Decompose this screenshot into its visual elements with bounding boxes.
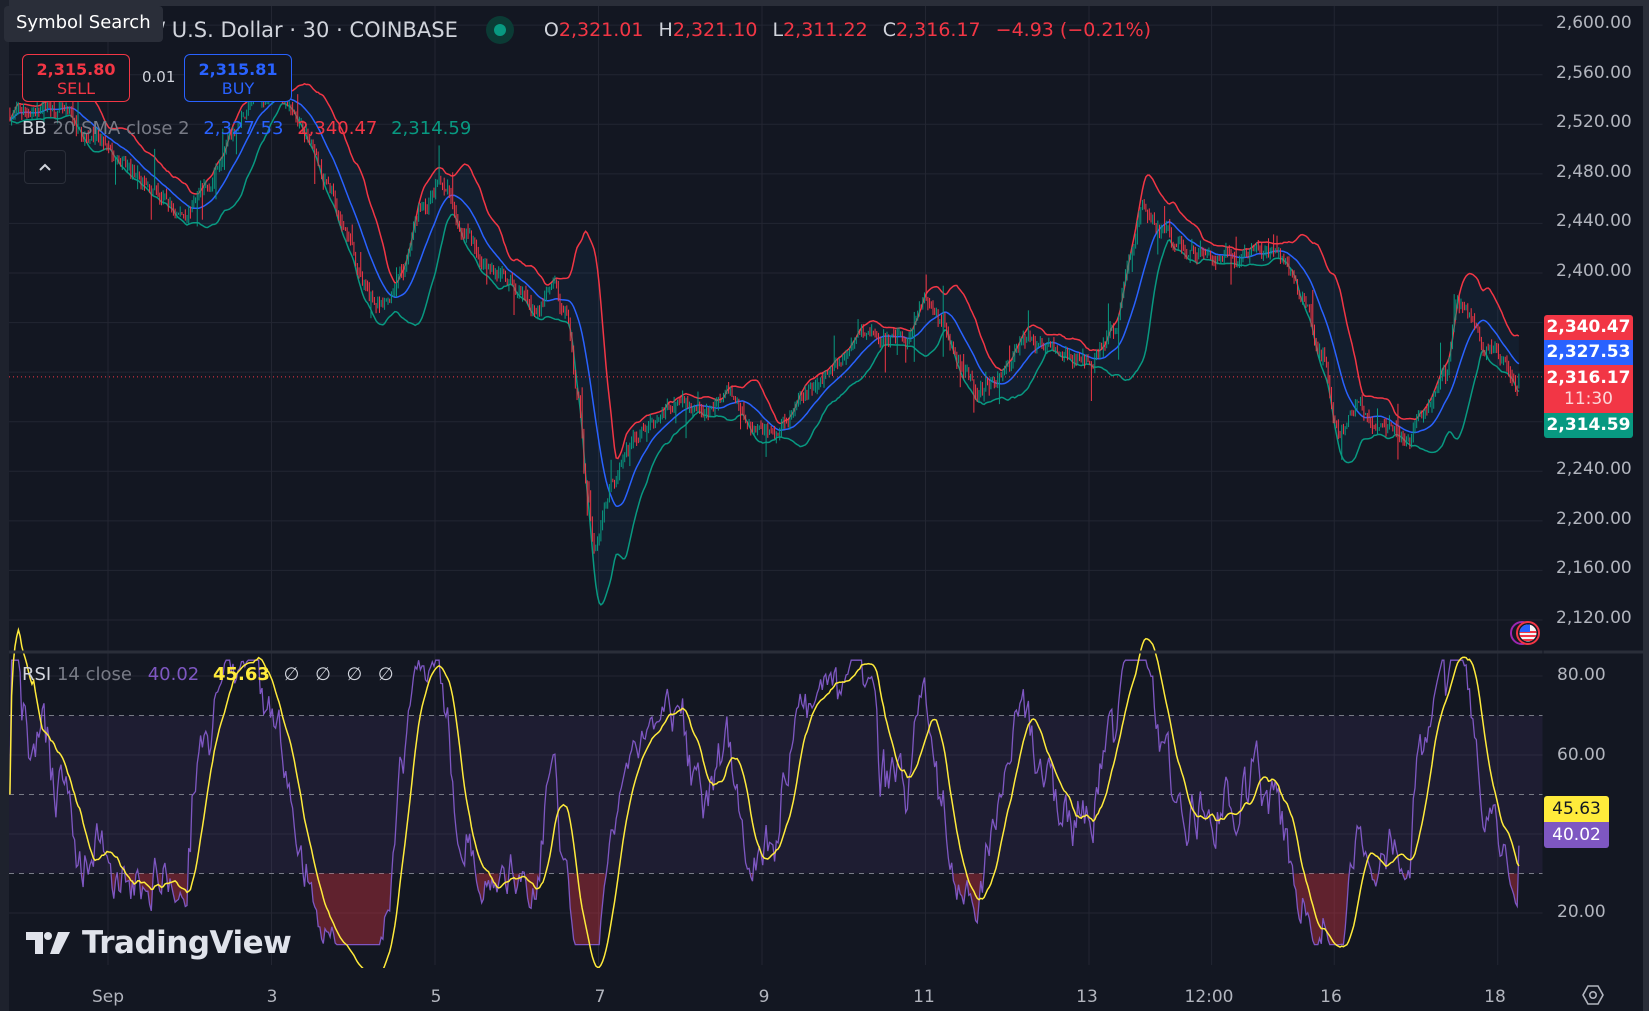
price-axis-tick: 2,160.00	[1556, 558, 1632, 578]
time-axis-tick: 11	[913, 987, 935, 1007]
bb-upper-value: 2,340.47	[297, 118, 378, 139]
bb-upper-tag: 2,340.47	[1544, 315, 1633, 340]
time-axis-tick: 9	[758, 987, 770, 1007]
bb-lower-value: 2,314.59	[391, 118, 472, 139]
close-label: C	[882, 19, 897, 41]
change-value: −4.93 (−0.21%)	[995, 19, 1152, 41]
time-axis-tick: 3	[266, 987, 278, 1007]
price-axis-tick: 2,120.00	[1556, 608, 1632, 628]
rsi-legend[interactable]: RSI 14 close 40.02 45.63 ∅ ∅ ∅ ∅	[22, 664, 394, 685]
time-axis-tick: 16	[1320, 987, 1342, 1007]
spread-value: 0.01	[142, 68, 176, 86]
price-axis-tick: 2,200.00	[1556, 509, 1632, 529]
right-border	[1643, 0, 1649, 1011]
price-axis-tick: 2,560.00	[1556, 63, 1632, 83]
chart-window: Symbol Search n / U.S. Dollar · 30 · COI…	[0, 0, 1649, 1011]
bollinger-bands	[9, 82, 1520, 606]
time-axis-tick: Sep	[91, 987, 125, 1007]
price-axis-tick: 2,520.00	[1556, 112, 1632, 132]
rsi-name: RSI	[22, 664, 52, 685]
open-label: O	[543, 19, 559, 41]
chevron-up-icon	[39, 163, 51, 171]
top-border	[0, 0, 1649, 6]
low-value: 2,311.22	[783, 19, 868, 41]
rsi-value: 40.02	[147, 664, 200, 685]
time-axis-tick: 5	[430, 987, 442, 1007]
sell-button[interactable]: 2,315.80 SELL	[22, 54, 130, 102]
symbol-title[interactable]: n / U.S. Dollar · 30 · COINBASE	[138, 18, 458, 42]
time-axis-tick: 7	[594, 987, 606, 1007]
rsi-empty-value: ∅	[346, 664, 363, 685]
bb-name: BB	[22, 118, 47, 139]
last-price: 2,316.17	[1546, 368, 1631, 388]
price-axis-pane[interactable]	[1543, 0, 1649, 1011]
open-value: 2,321.01	[558, 19, 644, 41]
tradingview-wordmark: TradingView	[82, 925, 292, 961]
rsi-ma-value: 45.63	[212, 664, 270, 685]
buy-button[interactable]: 2,315.81 BUY	[184, 54, 292, 102]
close-value: 2,316.17	[896, 19, 981, 41]
rsi-empty-value: ∅	[283, 664, 300, 685]
rsi-oversold-fill	[476, 873, 499, 903]
time-axis-tick: 13	[1076, 987, 1098, 1007]
price-axis-tick: 2,600.00	[1556, 13, 1632, 33]
bollinger-legend[interactable]: BB 20 SMA close 2 2,327.53 2,340.47 2,31…	[22, 118, 471, 139]
bb-lower-tag: 2,314.59	[1544, 413, 1633, 438]
bar-countdown: 11:30	[1564, 389, 1613, 409]
high-value: 2,321.10	[672, 19, 758, 41]
buy-label: BUY	[221, 79, 255, 98]
left-toolbar-edge	[0, 0, 9, 1011]
symbol-legend[interactable]: n / U.S. Dollar · 30 · COINBASE O2,321.0…	[20, 16, 1160, 44]
sell-price: 2,315.80	[36, 60, 116, 79]
bb-params: 20 SMA close 2	[52, 118, 190, 139]
price-axis-tick: 2,480.00	[1556, 162, 1632, 182]
collapse-legend-button[interactable]	[24, 150, 66, 184]
rsi-ma-tag: 45.63	[1544, 796, 1609, 822]
price-axis-tick: 2,440.00	[1556, 211, 1632, 231]
bb-basis-value: 2,327.53	[203, 118, 284, 139]
time-axis-tick: 12:00	[1184, 987, 1234, 1007]
time-axis-tick: 18	[1484, 987, 1506, 1007]
rsi-oversold-fill	[1508, 873, 1518, 907]
high-label: H	[658, 19, 673, 41]
tradingview-logo[interactable]: TradingView	[26, 925, 292, 961]
chart-settings-icon[interactable]	[1582, 984, 1604, 1006]
rsi-tag: 40.02	[1544, 822, 1609, 848]
price-axis-tick: 2,240.00	[1556, 459, 1632, 479]
last-price-tag: 2,316.17 11:30	[1544, 365, 1633, 413]
tradingview-logo-icon	[26, 932, 70, 954]
bb-basis-tag: 2,327.53	[1544, 340, 1633, 365]
currency-flag-icon[interactable]	[1510, 618, 1540, 648]
rsi-axis-tick: 80.00	[1557, 665, 1606, 685]
price-axis-tick: 2,400.00	[1556, 261, 1632, 281]
market-status-icon[interactable]	[485, 16, 514, 44]
chart-canvas[interactable]	[0, 0, 1649, 1011]
rsi-empty-value: ∅	[315, 664, 331, 685]
low-label: L	[772, 19, 784, 41]
buy-price: 2,315.81	[198, 60, 278, 79]
ohlc-values: O2,321.01 H2,321.10 L2,311.22 C2,316.17 …	[544, 19, 1160, 41]
rsi-axis-tick: 60.00	[1557, 745, 1606, 765]
rsi-empty-value: ∅	[377, 664, 394, 685]
sell-label: SELL	[56, 79, 96, 98]
rsi-axis-tick: 20.00	[1557, 902, 1606, 922]
time-axis-pane[interactable]	[0, 968, 1649, 1011]
rsi-params: 14 close	[56, 664, 132, 685]
symbol-search-tooltip: Symbol Search	[4, 0, 163, 42]
